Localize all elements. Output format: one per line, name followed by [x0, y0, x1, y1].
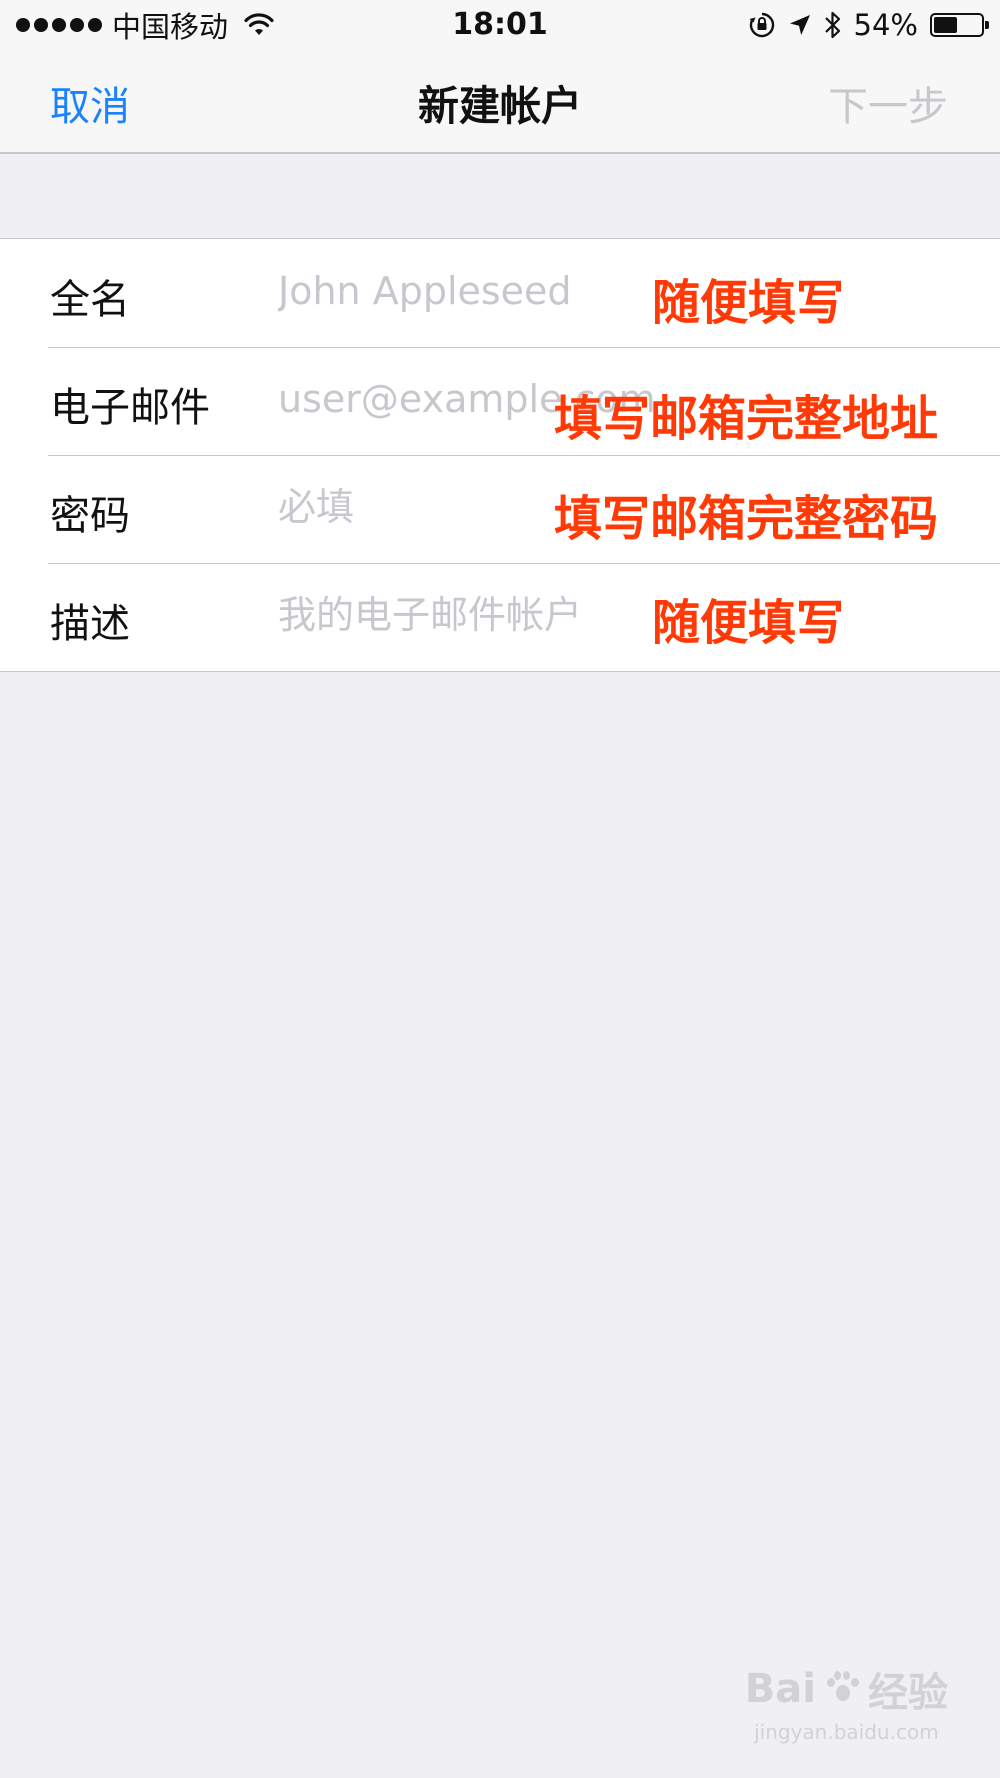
description-annotation: 随便填写 [652, 595, 845, 651]
status-bar: 中国移动 18:01 54% [0, 0, 1000, 50]
password-input[interactable] [278, 477, 658, 537]
status-bar-right: 54% [748, 6, 989, 44]
wifi-icon [244, 13, 274, 35]
cancel-button[interactable]: 取消 [50, 74, 130, 132]
email-input[interactable] [278, 369, 658, 429]
baidu-jingyan-watermark: Bai 经验 jingyan.baidu.com [745, 1660, 948, 1744]
account-form: 全名 随便填写 电子邮件 填写邮箱完整地址 密码 填写邮箱完整密码 描述 随便填… [0, 238, 1000, 672]
watermark-logo-text-left: Bai [744, 1666, 816, 1712]
signal-dots-icon [16, 18, 102, 32]
full-name-annotation: 随便填写 [652, 275, 845, 331]
status-bar-left: 中国移动 [16, 6, 274, 44]
password-label: 密码 [50, 493, 130, 539]
full-name-label: 全名 [50, 277, 130, 323]
full-name-input[interactable] [278, 261, 658, 321]
battery-icon [930, 13, 989, 37]
bluetooth-icon [824, 11, 840, 39]
next-button[interactable]: 下一步 [828, 74, 948, 132]
navigation-bar: 取消 新建帐户 下一步 [0, 50, 1000, 154]
email-label: 电子邮件 [50, 385, 210, 431]
carrier-name: 中国移动 [112, 10, 229, 44]
form-row-email: 电子邮件 填写邮箱完整地址 [0, 347, 1000, 455]
watermark-url: jingyan.baidu.com [754, 1720, 939, 1744]
form-row-description: 描述 随便填写 [0, 563, 1000, 671]
watermark-logo-text-right: 经验 [868, 1670, 948, 1716]
location-arrow-icon [789, 15, 810, 35]
form-row-full-name: 全名 随便填写 [0, 239, 1000, 347]
description-input[interactable] [278, 585, 658, 645]
paw-icon [822, 1669, 862, 1709]
orientation-lock-icon [749, 12, 774, 38]
form-row-password: 密码 填写邮箱完整密码 [0, 455, 1000, 563]
battery-level-fill [934, 17, 957, 33]
battery-percent: 54% [853, 8, 918, 42]
description-label: 描述 [50, 601, 130, 647]
